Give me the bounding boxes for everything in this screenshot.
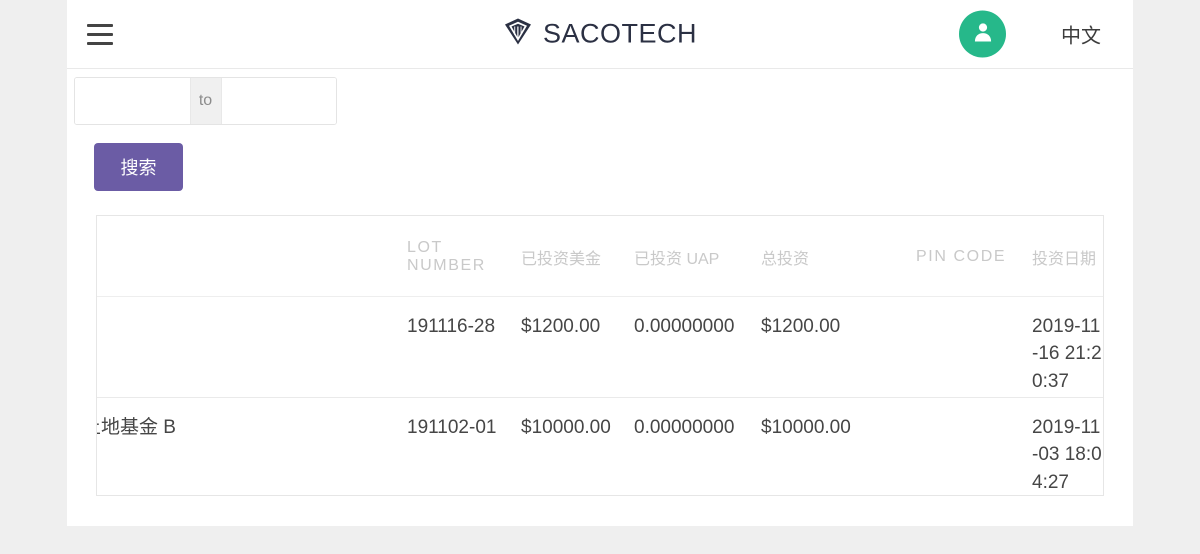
brand-name: SACOTECH [542,18,698,49]
language-switcher[interactable]: 中文 [1061,20,1101,49]
end-date-input[interactable] [221,78,336,124]
avatar[interactable] [959,10,1006,58]
cell-lot-number: 191116-28 [407,296,521,398]
table-header: LOT NUMBER 已投资美金 已投资 UAP 总投资 PIN CODE 投资… [97,216,1103,297]
hamburger-bar [87,41,113,45]
column-header-invested-uap: 已投资 UAP [634,216,761,297]
table-row[interactable]: 资产系列】土地基金 B 191102-01 $10000.00 0.000000… [97,397,1103,495]
table-body: 襄钻石手镯 191116-28 $1200.00 0.00000000 $120… [97,296,1103,495]
column-header-invested-usd: 已投资美金 [521,216,634,297]
cell-invested-usd: $10000.00 [521,416,611,438]
cell-name: 襄钻石手镯 [97,296,407,398]
cell-pin-code [916,397,1032,495]
date-range-picker[interactable]: to [74,77,337,125]
search-button[interactable]: 搜索 [94,143,183,191]
hamburger-bar [87,32,113,36]
brand-logo[interactable]: SACOTECH [503,18,697,51]
cell-invested-uap: 0.00000000 [634,296,761,398]
cell-invest-date: 2019-11-16 21:20:37 [1032,296,1103,398]
investments-table: LOT NUMBER 已投资美金 已投资 UAP 总投资 PIN CODE 投资… [97,216,1103,495]
cell-total-invested: $1200.00 [761,296,916,398]
start-date-input[interactable] [75,78,190,124]
column-header-name [97,216,407,297]
cell-name: 资产系列】土地基金 B [97,416,176,438]
cell-lot-number: 191102-01 [407,416,497,438]
cell-pin-code [916,296,1032,398]
cell-invested-uap: 0.00000000 [634,416,735,438]
user-person-icon [971,20,995,49]
diamond-gem-icon [503,18,533,51]
column-header-pin-code: PIN CODE [916,216,1032,297]
investments-table-container: LOT NUMBER 已投资美金 已投资 UAP 总投资 PIN CODE 投资… [96,215,1104,496]
table-header-row: LOT NUMBER 已投资美金 已投资 UAP 总投资 PIN CODE 投资… [97,216,1103,297]
column-header-lot-number: LOT NUMBER [407,216,521,297]
hamburger-bar [87,23,113,27]
top-navigation-bar: SACOTECH 中文 [67,0,1133,69]
page-container: SACOTECH 中文 to 搜索 LOT NUMBER 已投资美金 已投资 U… [67,0,1133,526]
column-header-total-invested: 总投资 [761,216,916,297]
cell-invested-usd: $1200.00 [521,296,634,398]
table-row[interactable]: 襄钻石手镯 191116-28 $1200.00 0.00000000 $120… [97,296,1103,398]
date-range-separator: to [189,78,222,124]
cell-total-invested: $10000.00 [761,416,851,438]
hamburger-menu-icon[interactable] [87,20,121,48]
cell-invest-date: 2019-11-03 18:04:27 [1032,416,1102,493]
column-header-invest-date: 投资日期 [1032,216,1103,297]
